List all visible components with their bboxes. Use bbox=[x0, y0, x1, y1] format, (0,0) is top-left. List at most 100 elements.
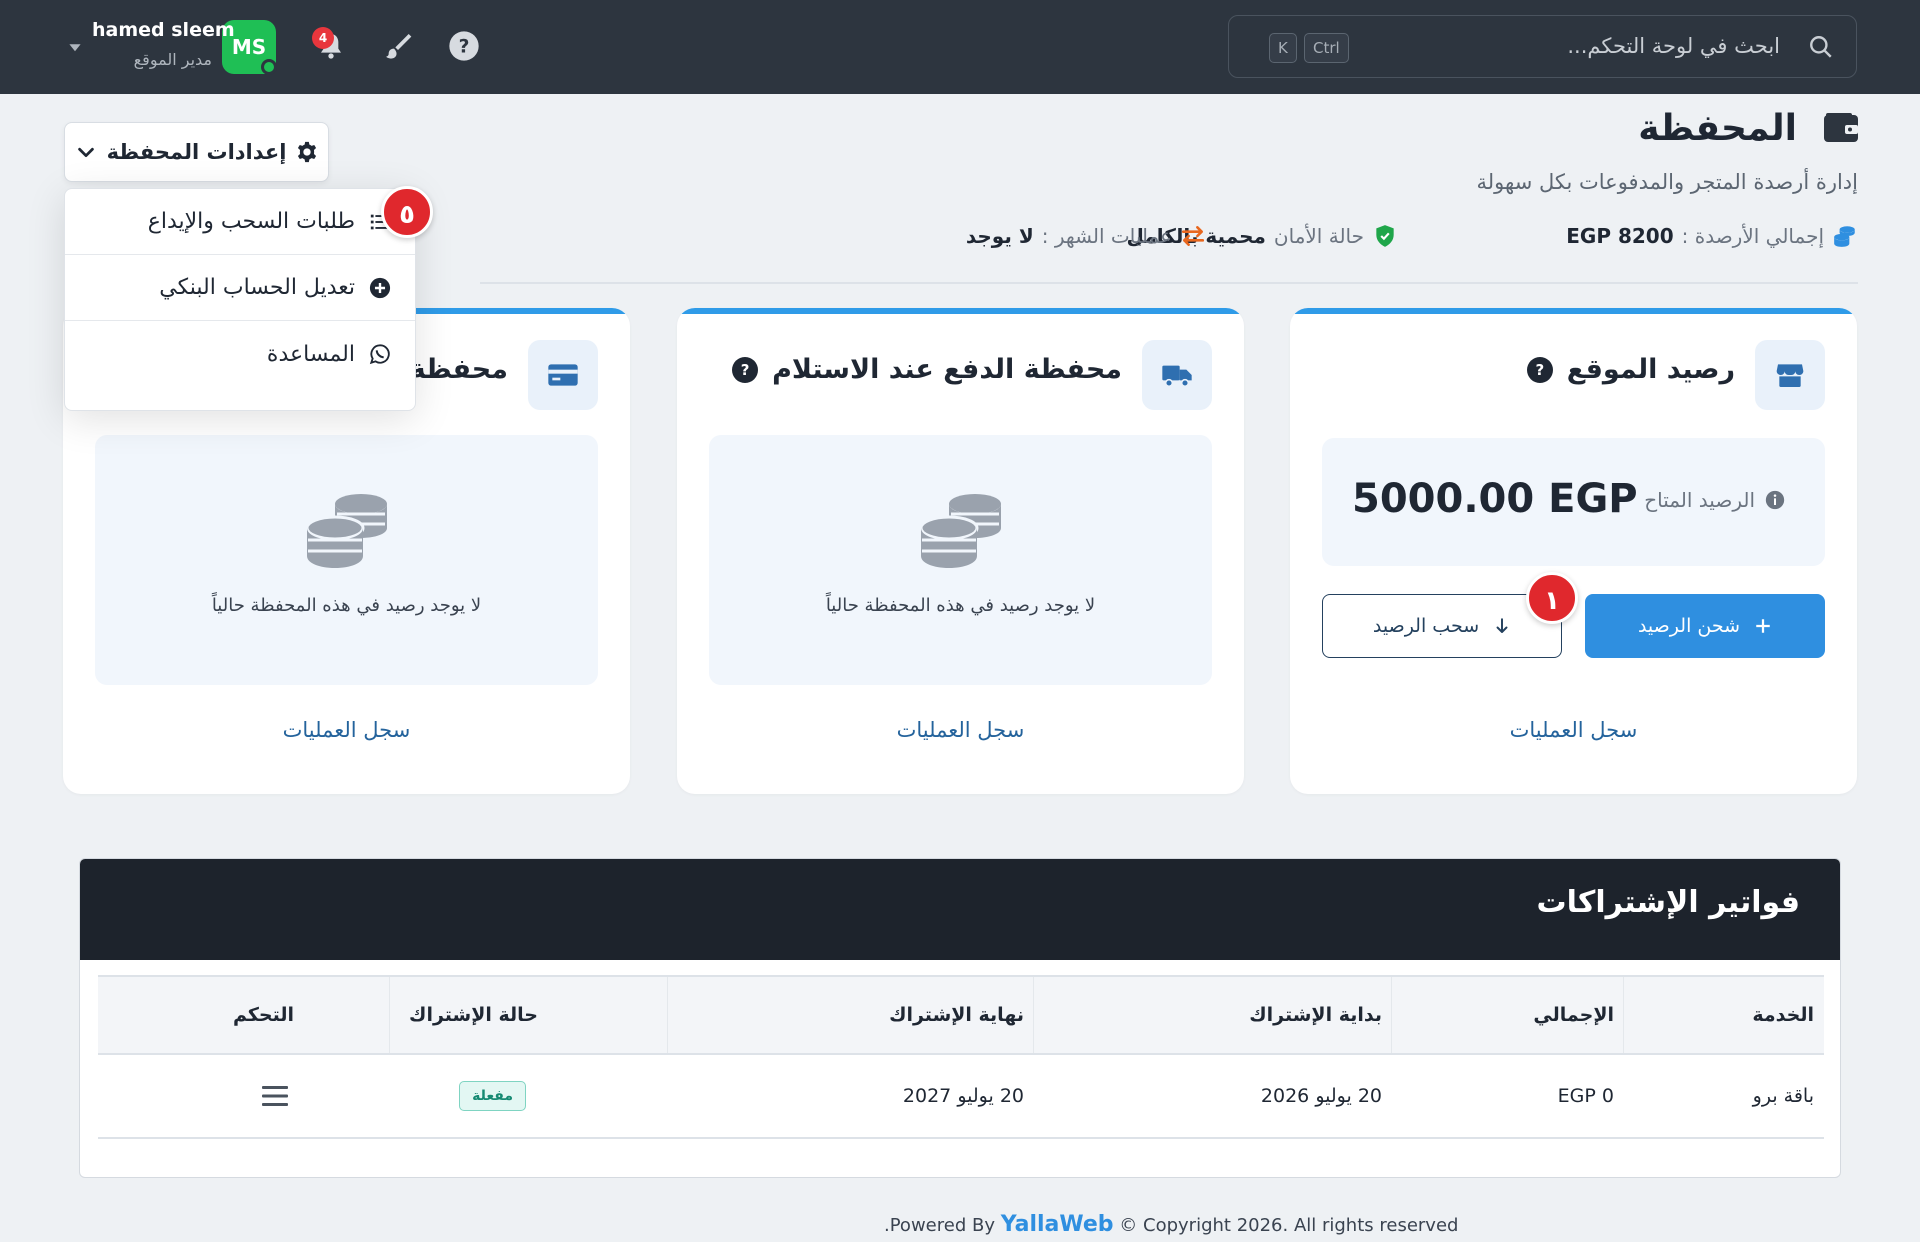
wallet-settings-menu: طلبات السحب والإيداع تعديل الحساب البنكي… bbox=[64, 188, 416, 411]
online-indicator bbox=[261, 59, 277, 75]
notification-badge: 4 bbox=[312, 27, 334, 49]
empty-text: لا يوجد رصيد في هذه المحفظة حالياً bbox=[825, 595, 1096, 616]
card-accent-line bbox=[677, 308, 1244, 314]
cell-start: 20 يوليو 2026 bbox=[1260, 1085, 1382, 1107]
card-title: محفظة الدفع عند الاستلام ? bbox=[732, 354, 1122, 385]
card-title-text: رصيد الموقع bbox=[1566, 354, 1735, 385]
col-header-end: نهاية الإشتراك bbox=[889, 1004, 1024, 1026]
coins-icon bbox=[305, 494, 387, 568]
card-icon-box bbox=[1142, 340, 1212, 410]
help-icon[interactable]: ? bbox=[448, 30, 480, 62]
search-box[interactable]: ابحث في لوحة التحكم... Ctrl K bbox=[1228, 15, 1857, 78]
operations-log-link[interactable]: سجل العمليات bbox=[677, 718, 1244, 742]
search-input[interactable]: ابحث في لوحة التحكم... bbox=[1567, 34, 1780, 58]
menu-item-label: طلبات السحب والإيداع bbox=[147, 209, 355, 234]
truck-icon bbox=[1162, 365, 1192, 388]
user-role: مدير الموقع bbox=[133, 50, 212, 69]
col-header-status: حالة الإشتراك bbox=[409, 1004, 538, 1026]
question-icon[interactable]: ? bbox=[732, 356, 759, 383]
column-divider bbox=[389, 977, 390, 1053]
card-title-text: محفظة الدفع عند الاستلام bbox=[772, 354, 1122, 385]
cell-control bbox=[261, 1055, 289, 1137]
empty-text: لا يوجد رصيد في هذه المحفظة حالياً bbox=[211, 595, 482, 616]
empty-state: لا يوجد رصيد في هذه المحفظة حالياً bbox=[95, 435, 598, 685]
gear-icon bbox=[298, 141, 317, 163]
wallet-icon bbox=[1824, 113, 1858, 142]
search-icon bbox=[1810, 36, 1832, 58]
card-icon-box bbox=[1755, 340, 1825, 410]
chevron-down-icon bbox=[77, 147, 94, 158]
wallet-settings-button[interactable]: إعدادات المحفظة bbox=[64, 122, 329, 182]
arrow-down-icon bbox=[1496, 618, 1508, 633]
stat-month-value: لا يوجد bbox=[965, 224, 1034, 248]
cell-end: 20 يوليو 2027 bbox=[902, 1085, 1024, 1107]
card-title: رصيد الموقع ? bbox=[1526, 354, 1735, 385]
page-title: المحفظة bbox=[1638, 108, 1797, 149]
header-divider bbox=[480, 282, 1858, 284]
status-badge: مفعلة bbox=[459, 1081, 526, 1111]
coins-icon bbox=[919, 494, 1001, 568]
coins-stack-icon bbox=[1834, 226, 1855, 247]
balance-label-text: الرصيد المتاح bbox=[1644, 488, 1755, 512]
stat-security-label: حالة الأمان bbox=[1273, 224, 1364, 248]
menu-item-label: المساعدة bbox=[266, 341, 355, 367]
menu-item-help[interactable]: المساعدة bbox=[65, 321, 415, 387]
menu-item-edit-bank-account[interactable]: تعديل الحساب البنكي bbox=[65, 255, 415, 321]
menu-item-withdraw-deposit-requests[interactable]: طلبات السحب والإيداع bbox=[65, 189, 415, 255]
info-icon[interactable] bbox=[1765, 490, 1785, 510]
card-title: محفظة bbox=[410, 354, 508, 385]
exchange-icon bbox=[1181, 226, 1205, 246]
charge-balance-button[interactable]: شحن الرصيد bbox=[1585, 594, 1825, 658]
operations-log-link[interactable]: سجل العمليات bbox=[63, 718, 630, 742]
kbd-ctrl: Ctrl bbox=[1304, 33, 1349, 63]
shield-check-icon bbox=[1376, 225, 1394, 247]
step-badge-1: ١ bbox=[1526, 572, 1578, 624]
brush-icon[interactable] bbox=[382, 30, 414, 62]
page-subtitle: إدارة أرصدة المتجر والمدفوعات بكل سهولة bbox=[1476, 170, 1858, 194]
plus-icon bbox=[1756, 619, 1770, 633]
kbd-k: K bbox=[1269, 33, 1297, 63]
footer: .Powered By YallaWeb © Copyright 2026. A… bbox=[884, 1212, 1458, 1237]
charge-balance-label: شحن الرصيد bbox=[1637, 615, 1741, 637]
cell-service: باقة برو bbox=[1752, 1085, 1814, 1107]
top-bar: ابحث في لوحة التحكم... Ctrl K ? 4 MS ham… bbox=[0, 0, 1920, 94]
col-header-start: بداية الإشتراك bbox=[1249, 1004, 1382, 1026]
hamburger-menu-icon[interactable] bbox=[261, 1085, 289, 1107]
card-title-text: محفظة bbox=[409, 354, 508, 385]
stat-total: إجمالي الأرصدة : EGP 8200 bbox=[1566, 221, 1858, 251]
stat-month-label: عمليات الشهر : bbox=[1041, 224, 1172, 248]
stat-total-value: EGP 8200 bbox=[1566, 224, 1674, 248]
menu-item-label: تعديل الحساب البنكي bbox=[159, 275, 355, 300]
wallet-settings-label: إعدادات المحفظة bbox=[106, 140, 287, 164]
col-header-service: الخدمة bbox=[1752, 1004, 1814, 1026]
card-accent-line bbox=[1290, 308, 1857, 314]
subscription-invoices: فواتير الإشتراكات الخدمة الإجمالي بداية … bbox=[79, 858, 1841, 1178]
operations-log-link[interactable]: سجل العمليات bbox=[1290, 718, 1857, 742]
col-header-total: الإجمالي bbox=[1533, 1004, 1614, 1026]
col-header-control: التحكم bbox=[232, 1004, 294, 1026]
step-badge-5: ٥ bbox=[381, 186, 433, 238]
credit-card-icon bbox=[548, 364, 578, 386]
balance-value: 5000.00 EGP bbox=[1352, 476, 1638, 522]
footer-brand[interactable]: YallaWeb bbox=[1001, 1212, 1114, 1237]
card-site-balance: رصيد الموقع ? الرصيد المتاح 5000.00 EGP … bbox=[1290, 308, 1857, 794]
plus-circle-icon bbox=[369, 277, 391, 298]
user-name[interactable]: hamed sleem bbox=[92, 19, 235, 41]
table-row: باقة برو EGP 0 20 يوليو 2026 20 يوليو 20… bbox=[98, 1055, 1824, 1139]
column-divider bbox=[1033, 977, 1034, 1053]
caret-down-icon[interactable] bbox=[68, 40, 82, 54]
whatsapp-icon bbox=[369, 344, 390, 365]
balance-label: الرصيد المتاح bbox=[1644, 488, 1785, 512]
empty-state: لا يوجد رصيد في هذه المحفظة حالياً bbox=[709, 435, 1212, 685]
footer-copyright: © Copyright 2026. All rights reserved bbox=[1119, 1215, 1459, 1236]
column-divider bbox=[1623, 977, 1624, 1053]
withdraw-balance-label: سحب الرصيد bbox=[1372, 615, 1480, 637]
table-header-row: الخدمة الإجمالي بداية الإشتراك نهاية الإ… bbox=[98, 975, 1824, 1055]
cell-status: مفعلة bbox=[459, 1055, 526, 1137]
balance-box: الرصيد المتاح 5000.00 EGP bbox=[1322, 438, 1825, 566]
store-icon bbox=[1776, 364, 1804, 387]
footer-powered: .Powered By bbox=[884, 1215, 995, 1236]
question-icon[interactable]: ? bbox=[1526, 356, 1553, 383]
card-cod-wallet: محفظة الدفع عند الاستلام ? لا يوجد رصيد … bbox=[677, 308, 1244, 794]
svg-text:?: ? bbox=[459, 37, 470, 58]
